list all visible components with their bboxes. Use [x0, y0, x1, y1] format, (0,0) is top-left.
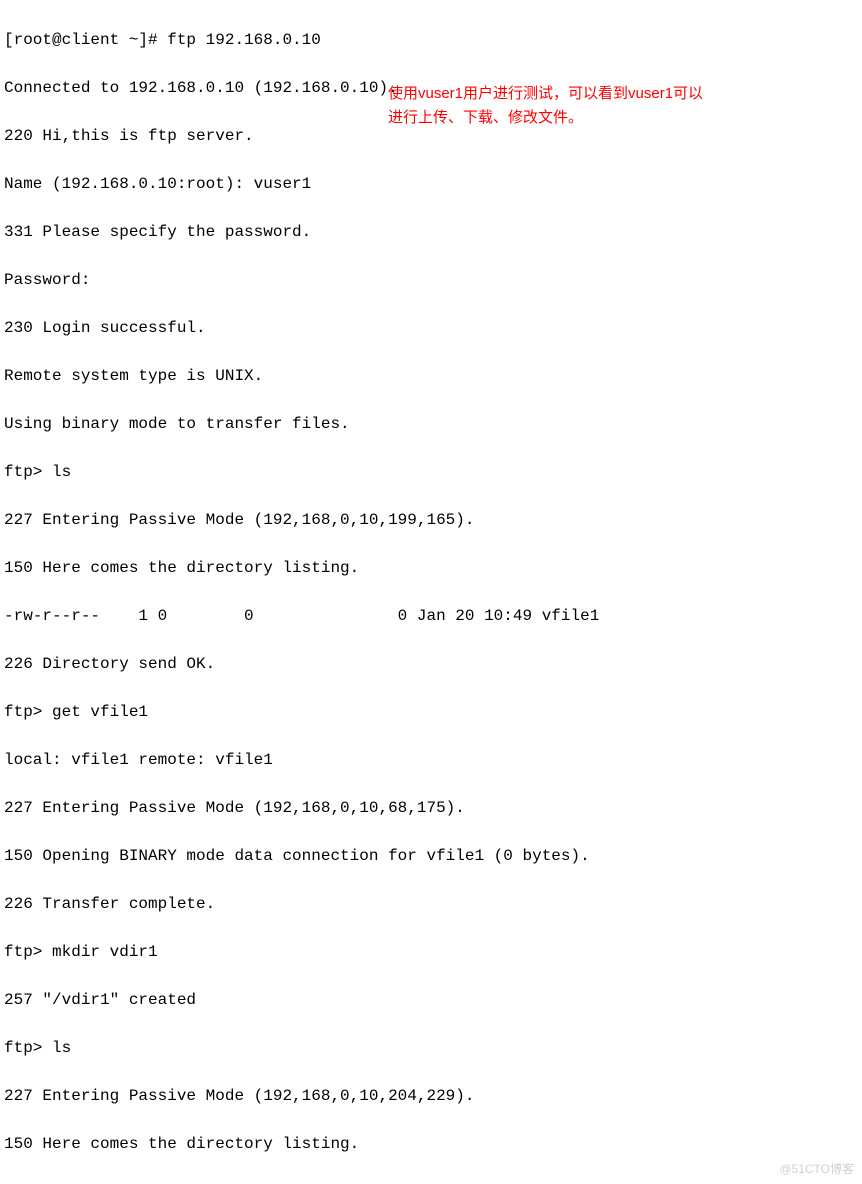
terminal-line: [root@client ~]# ftp 192.168.0.10 [4, 28, 858, 52]
watermark-text: @51CTO博客 [779, 1160, 854, 1178]
terminal-line: ftp> ls [4, 460, 858, 484]
terminal-line: 257 "/vdir1" created [4, 988, 858, 1012]
terminal-line: ftp> get vfile1 [4, 700, 858, 724]
terminal-line: 230 Login successful. [4, 316, 858, 340]
terminal-line: 226 Directory send OK. [4, 652, 858, 676]
terminal-line: 226 Transfer complete. [4, 892, 858, 916]
terminal-line: Name (192.168.0.10:root): vuser1 [4, 172, 858, 196]
terminal-output: [root@client ~]# ftp 192.168.0.10 Connec… [4, 4, 858, 1180]
terminal-line: 227 Entering Passive Mode (192,168,0,10,… [4, 796, 858, 820]
terminal-line: Password: [4, 268, 858, 292]
terminal-line: local: vfile1 remote: vfile1 [4, 748, 858, 772]
terminal-line: 150 Opening BINARY mode data connection … [4, 844, 858, 868]
terminal-line: ftp> ls [4, 1036, 858, 1060]
terminal-line: ftp> mkdir vdir1 [4, 940, 858, 964]
terminal-line: 150 Here comes the directory listing. [4, 556, 858, 580]
annotation-text-line: 使用vuser1用户进行测试，可以看到vuser1可以 [388, 82, 848, 106]
terminal-line: Remote system type is UNIX. [4, 364, 858, 388]
annotation-text-line: 进行上传、下载、修改文件。 [388, 106, 848, 130]
terminal-line: 227 Entering Passive Mode (192,168,0,10,… [4, 1084, 858, 1108]
terminal-line: 227 Entering Passive Mode (192,168,0,10,… [4, 508, 858, 532]
terminal-line: Using binary mode to transfer files. [4, 412, 858, 436]
red-annotation: 使用vuser1用户进行测试，可以看到vuser1可以 进行上传、下载、修改文件… [388, 82, 848, 130]
terminal-line: 150 Here comes the directory listing. [4, 1132, 858, 1156]
terminal-line: 331 Please specify the password. [4, 220, 858, 244]
